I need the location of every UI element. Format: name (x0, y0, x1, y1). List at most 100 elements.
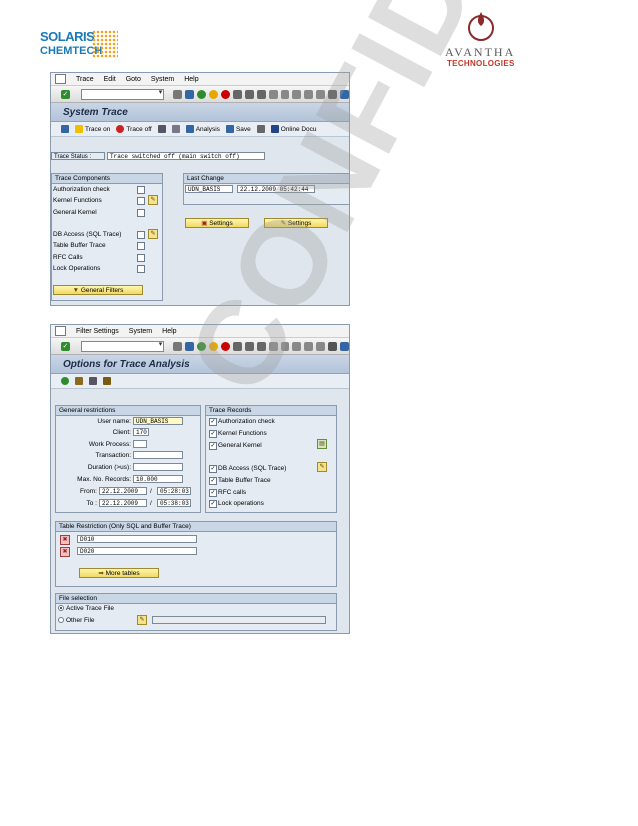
settings-button-1[interactable]: ▣ Settings (185, 218, 249, 228)
trace-off-button[interactable]: Trace off (116, 125, 152, 133)
menu-filter-settings[interactable]: Filter Settings (76, 328, 119, 335)
print-icon[interactable] (232, 89, 242, 99)
component-rfc-calls-checkbox[interactable] (137, 254, 145, 262)
prev-page-icon[interactable] (280, 89, 290, 99)
find-icon-2[interactable] (244, 341, 254, 351)
help-icon[interactable] (340, 89, 349, 99)
menu-system-2[interactable]: System (129, 328, 152, 335)
active-trace-file-radio[interactable] (58, 605, 64, 611)
display-button[interactable] (171, 125, 180, 133)
command-field-2[interactable] (80, 340, 165, 352)
record-kernel-functions-checkbox[interactable]: ✓ (209, 430, 217, 438)
save-icon-2[interactable] (185, 341, 195, 351)
save-trace-button[interactable]: Save (225, 125, 251, 133)
menu-help-2[interactable]: Help (162, 328, 176, 335)
save-icon[interactable] (185, 89, 195, 99)
menu-trace[interactable]: Trace (76, 76, 94, 83)
from-time-input[interactable]: 05:28:03 (157, 487, 191, 495)
window-menu-icon[interactable] (55, 74, 66, 84)
exit-icon[interactable] (208, 89, 218, 99)
record-lock-operations-checkbox[interactable]: ✓ (209, 500, 217, 508)
duration-input[interactable] (133, 463, 183, 471)
other-file-radio[interactable] (58, 617, 64, 623)
from-date-input[interactable]: 22.12.2009 (99, 487, 147, 495)
enter-icon[interactable]: ✓ (61, 89, 70, 99)
record-rfc-calls-checkbox[interactable]: ✓ (209, 489, 217, 497)
window-menu-icon-2[interactable] (55, 326, 66, 336)
refresh-button[interactable] (61, 125, 69, 133)
shortcut-icon[interactable] (328, 89, 338, 99)
new-session-icon[interactable] (316, 89, 326, 99)
enter-icon-2[interactable]: ✓ (61, 341, 70, 351)
exit-icon-2[interactable] (208, 341, 218, 351)
menu-bar: Trace Edit Goto System Help (51, 73, 349, 86)
trace-on-button[interactable]: Trace on (75, 125, 110, 133)
settings-button-2[interactable]: ✎ Settings (264, 218, 328, 228)
component-db-access-checkbox[interactable] (137, 231, 145, 239)
menu-edit[interactable]: Edit (104, 76, 116, 83)
last-page-icon[interactable] (304, 89, 314, 99)
find-next-icon-2[interactable] (256, 341, 266, 351)
help-icon-2[interactable] (340, 341, 349, 351)
component-kernel-functions-checkbox[interactable] (137, 197, 145, 205)
execute-button[interactable] (61, 377, 69, 385)
variant-button[interactable] (75, 377, 83, 385)
shortcut-icon-2[interactable] (328, 341, 338, 351)
online-doc-button[interactable]: Online Docu (270, 125, 317, 133)
next-page-icon-2[interactable] (292, 341, 302, 351)
other-file-input[interactable] (152, 616, 326, 624)
work-process-input[interactable] (133, 440, 147, 448)
table-2-exclude-button[interactable]: ✖ (60, 547, 70, 557)
print-icon-2[interactable] (232, 341, 242, 351)
general-filters-button[interactable]: ▼ General Filters (53, 285, 143, 295)
record-general-kernel-checkbox[interactable]: ✓ (209, 442, 217, 450)
other-file-edit-button[interactable]: ✎ (137, 615, 147, 625)
back-arrow-icon-2[interactable] (173, 341, 183, 351)
record-table-buffer-checkbox[interactable]: ✓ (209, 477, 217, 485)
command-field[interactable] (80, 88, 165, 100)
client-input[interactable]: 170 (133, 428, 149, 436)
menu-help[interactable]: Help (184, 76, 198, 83)
kernel-functions-settings-button[interactable]: ✎ (148, 195, 158, 205)
config-button[interactable] (256, 125, 265, 133)
user-name-input[interactable]: UDN_BASIS (133, 417, 183, 425)
table-2-input[interactable]: D020 (77, 547, 197, 555)
first-page-icon-2[interactable] (268, 341, 278, 351)
select-button[interactable] (157, 125, 166, 133)
component-lock-operations-checkbox[interactable] (137, 265, 145, 273)
prev-page-icon-2[interactable] (280, 341, 290, 351)
record-authorization-checkbox[interactable]: ✓ (209, 418, 217, 426)
last-page-icon-2[interactable] (304, 341, 314, 351)
find-next-icon[interactable] (256, 89, 266, 99)
back-icon[interactable] (197, 89, 206, 99)
find-icon[interactable] (244, 89, 254, 99)
next-page-icon[interactable] (292, 89, 302, 99)
analysis-button[interactable]: Analysis (185, 125, 220, 133)
avantha-logo-sub: TECHNOLOGIES (447, 59, 515, 68)
db-access-settings-button[interactable]: ✎ (148, 229, 158, 239)
component-table-buffer-checkbox[interactable] (137, 242, 145, 250)
transaction-input[interactable] (133, 451, 183, 459)
db-access-filter-button[interactable]: ✎ (317, 462, 327, 472)
component-authorization-checkbox[interactable] (137, 186, 145, 194)
record-db-access-checkbox[interactable]: ✓ (209, 465, 217, 473)
more-tables-button[interactable]: ➡ More tables (79, 568, 159, 578)
first-page-icon[interactable] (268, 89, 278, 99)
new-session-icon-2[interactable] (316, 341, 326, 351)
to-date-input[interactable]: 22.12.2009 (99, 499, 147, 507)
menu-goto[interactable]: Goto (126, 76, 141, 83)
back-icon-2[interactable] (197, 341, 206, 351)
record-authorization-label: Authorization check (218, 418, 275, 425)
cancel-icon-2[interactable] (220, 341, 230, 351)
cancel-icon[interactable] (220, 89, 230, 99)
to-time-input[interactable]: 05:38:03 (157, 499, 191, 507)
list-button[interactable] (89, 377, 97, 385)
component-general-kernel-checkbox[interactable] (137, 209, 145, 217)
filter-button[interactable] (103, 377, 111, 385)
back-arrow-icon[interactable] (173, 89, 183, 99)
general-kernel-filter-button[interactable]: ▤ (317, 439, 327, 449)
menu-system[interactable]: System (151, 76, 174, 83)
table-1-input[interactable]: D010 (77, 535, 197, 543)
table-1-exclude-button[interactable]: ✖ (60, 535, 70, 545)
max-records-input[interactable]: 10.000 (133, 475, 183, 483)
